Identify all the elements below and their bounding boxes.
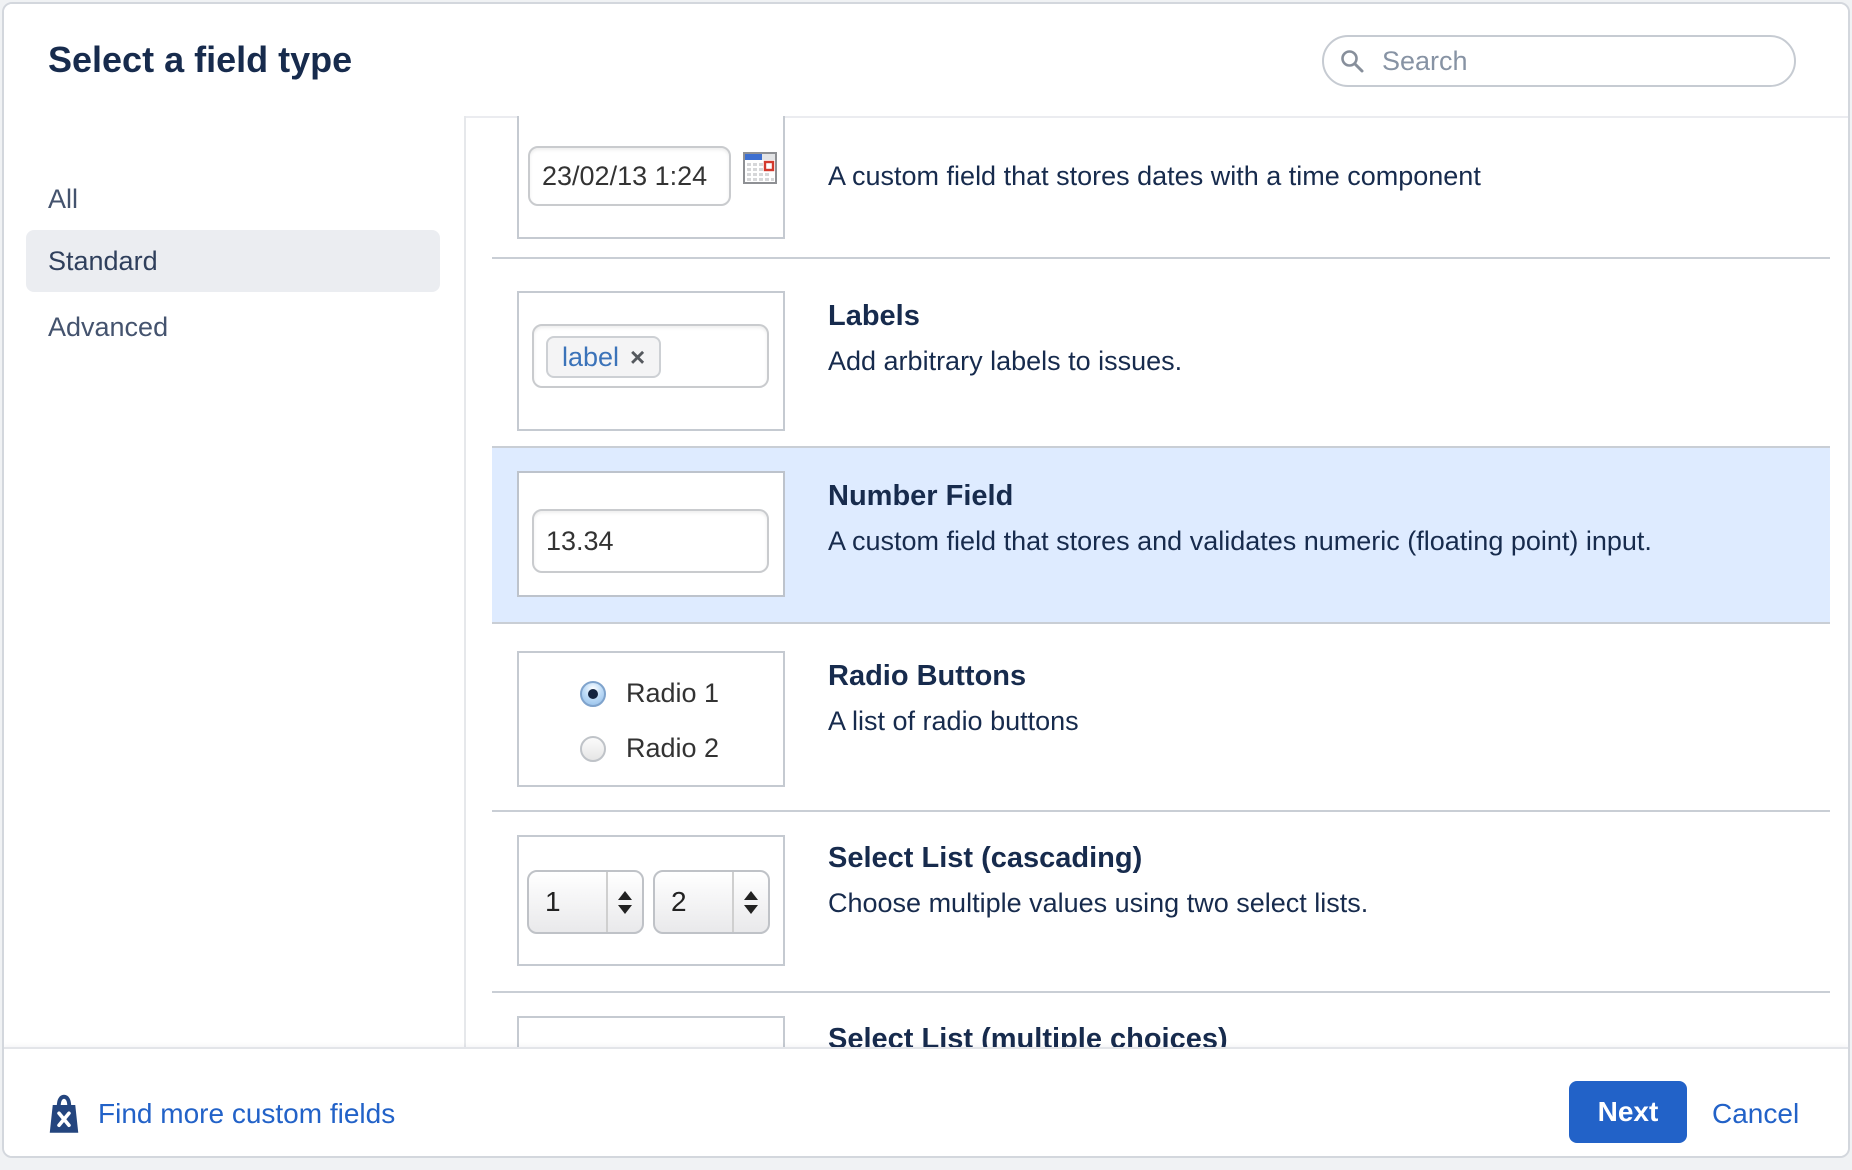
- radio-unselected-icon: [580, 736, 606, 762]
- spinner-down-icon: [618, 905, 632, 914]
- label-tag: label ×: [546, 336, 661, 378]
- date-time-preview-value: 23/02/13 1:24: [542, 161, 707, 192]
- row-separator: [492, 991, 1830, 993]
- field-type-row-radio-buttons[interactable]: Radio 1 Radio 2 Radio Buttons A list of …: [466, 622, 1850, 810]
- label-tag-text: label: [562, 342, 619, 373]
- field-type-row-select-list-cascading[interactable]: 1 2 Select List (cascading) Choose mul: [466, 810, 1850, 991]
- field-type-description: A custom field that stores and validates…: [828, 519, 1652, 564]
- radio-option-label: Radio 2: [626, 733, 719, 764]
- spinner-up-icon: [744, 891, 758, 900]
- field-type-row-date-time[interactable]: 23/02/13 1:24 A custom field that st: [466, 116, 1850, 257]
- date-time-preview-input: 23/02/13 1:24: [528, 146, 731, 206]
- calendar-icon: [743, 152, 777, 184]
- row-separator: [492, 810, 1830, 812]
- dialog-footer: Find more custom fields Next Cancel: [4, 1047, 1848, 1156]
- remove-tag-icon: ×: [630, 344, 645, 370]
- next-button[interactable]: Next: [1569, 1081, 1687, 1143]
- field-type-description: A custom field that stores dates with a …: [828, 154, 1481, 199]
- marketplace-bag-icon: [46, 1092, 82, 1136]
- cancel-button[interactable]: Cancel: [1712, 1083, 1799, 1145]
- search-input[interactable]: [1322, 35, 1796, 87]
- spinner-up-icon: [618, 891, 632, 900]
- radio-option-label: Radio 1: [626, 678, 719, 709]
- spinner-down-icon: [744, 905, 758, 914]
- field-type-title: Radio Buttons: [828, 654, 1079, 699]
- sidebar-item-all[interactable]: All: [26, 168, 440, 230]
- cascading-select-1-value: 1: [529, 872, 606, 932]
- radio-preview: [517, 651, 785, 787]
- field-type-row-labels[interactable]: label × Labels Add arbitrary labels to i…: [466, 257, 1850, 446]
- row-separator: [492, 257, 1830, 259]
- cascading-select-2: 2: [653, 870, 770, 934]
- field-type-title: Labels: [828, 294, 1182, 339]
- cascading-select-2-value: 2: [655, 872, 732, 932]
- sidebar-item-label: All: [48, 184, 78, 215]
- radio-selected-icon: [580, 681, 606, 707]
- field-type-title: Number Field: [828, 474, 1652, 519]
- labels-preview-input: label ×: [532, 324, 769, 388]
- field-type-description: Choose multiple values using two select …: [828, 881, 1368, 926]
- page-title: Select a field type: [48, 4, 352, 116]
- cascading-select-1: 1: [527, 870, 644, 934]
- screen: Select a field type All Standard Advance…: [0, 0, 1852, 1170]
- dialog-header: Select a field type: [4, 4, 1848, 118]
- number-preview-input: 13.34: [532, 509, 769, 573]
- sidebar-item-advanced[interactable]: Advanced: [26, 296, 440, 358]
- sidebar-item-standard[interactable]: Standard: [26, 230, 440, 292]
- find-more-custom-fields-link[interactable]: Find more custom fields: [46, 1083, 395, 1145]
- find-more-label: Find more custom fields: [98, 1098, 395, 1130]
- sidebar-item-label: Standard: [48, 246, 158, 277]
- category-sidebar: All Standard Advanced: [4, 116, 464, 1055]
- select-field-type-dialog: Select a field type All Standard Advance…: [2, 2, 1850, 1158]
- row-separator: [492, 622, 1830, 624]
- field-type-row-select-list-multiple[interactable]: Option 1 Select List (multiple choices): [466, 991, 1850, 1055]
- number-preview-value: 13.34: [546, 526, 614, 557]
- field-type-list: 23/02/13 1:24 A custom field that st: [466, 116, 1850, 1055]
- sidebar-item-label: Advanced: [48, 312, 168, 343]
- field-type-description: Add arbitrary labels to issues.: [828, 339, 1182, 384]
- search-box: [1322, 35, 1796, 87]
- field-type-row-number-field[interactable]: 13.34 Number Field A custom field that s…: [466, 446, 1850, 622]
- field-type-description: A list of radio buttons: [828, 699, 1079, 744]
- field-type-title: Select List (cascading): [828, 836, 1368, 881]
